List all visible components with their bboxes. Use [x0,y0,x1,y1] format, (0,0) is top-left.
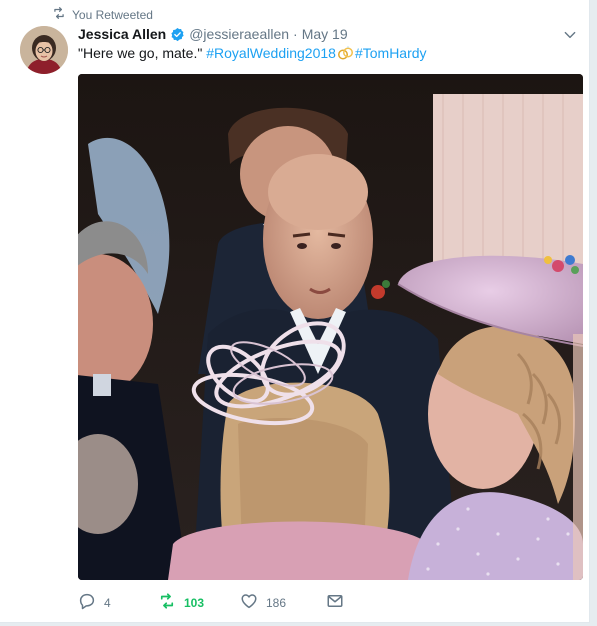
header-separator: · [293,26,298,42]
direct-message-button[interactable] [326,592,356,613]
reply-count: 4 [104,595,111,610]
heart-icon [240,592,258,613]
like-button[interactable]: 186 [240,592,326,613]
retweet-icon [52,6,66,23]
tweet-body: "Here we go, mate." [78,45,207,61]
chevron-down-icon[interactable] [563,28,577,42]
tweet-actions: 4 103 186 [78,592,356,613]
tweet-photo[interactable] [78,74,583,580]
verified-badge-icon [170,27,185,42]
wedding-rings-icon [337,46,354,65]
envelope-icon [326,592,344,613]
tweet-date[interactable]: May 19 [302,26,348,42]
author-name[interactable]: Jessica Allen [78,26,166,42]
tweet-text: "Here we go, mate." #RoyalWedding2018 #To… [78,44,427,65]
reply-button[interactable]: 4 [78,592,158,613]
retweet-context-label: You Retweeted [72,7,153,22]
tweet-header: Jessica Allen @jessieraeallen · May 19 [78,24,569,44]
hashtag-link[interactable]: #TomHardy [355,45,427,61]
retweet-icon [158,592,176,613]
retweet-count: 103 [184,595,205,610]
hashtag-link[interactable]: #RoyalWedding2018 [206,45,336,61]
author-handle[interactable]: @jessieraeallen [189,26,289,42]
retweet-button[interactable]: 103 [158,592,240,613]
reply-icon [78,592,96,613]
avatar[interactable] [20,26,68,74]
tweet-card[interactable]: You Retweeted Jessica Allen @jessieraeal… [0,0,590,623]
retweet-context: You Retweeted [52,6,153,23]
like-count: 186 [266,595,287,610]
